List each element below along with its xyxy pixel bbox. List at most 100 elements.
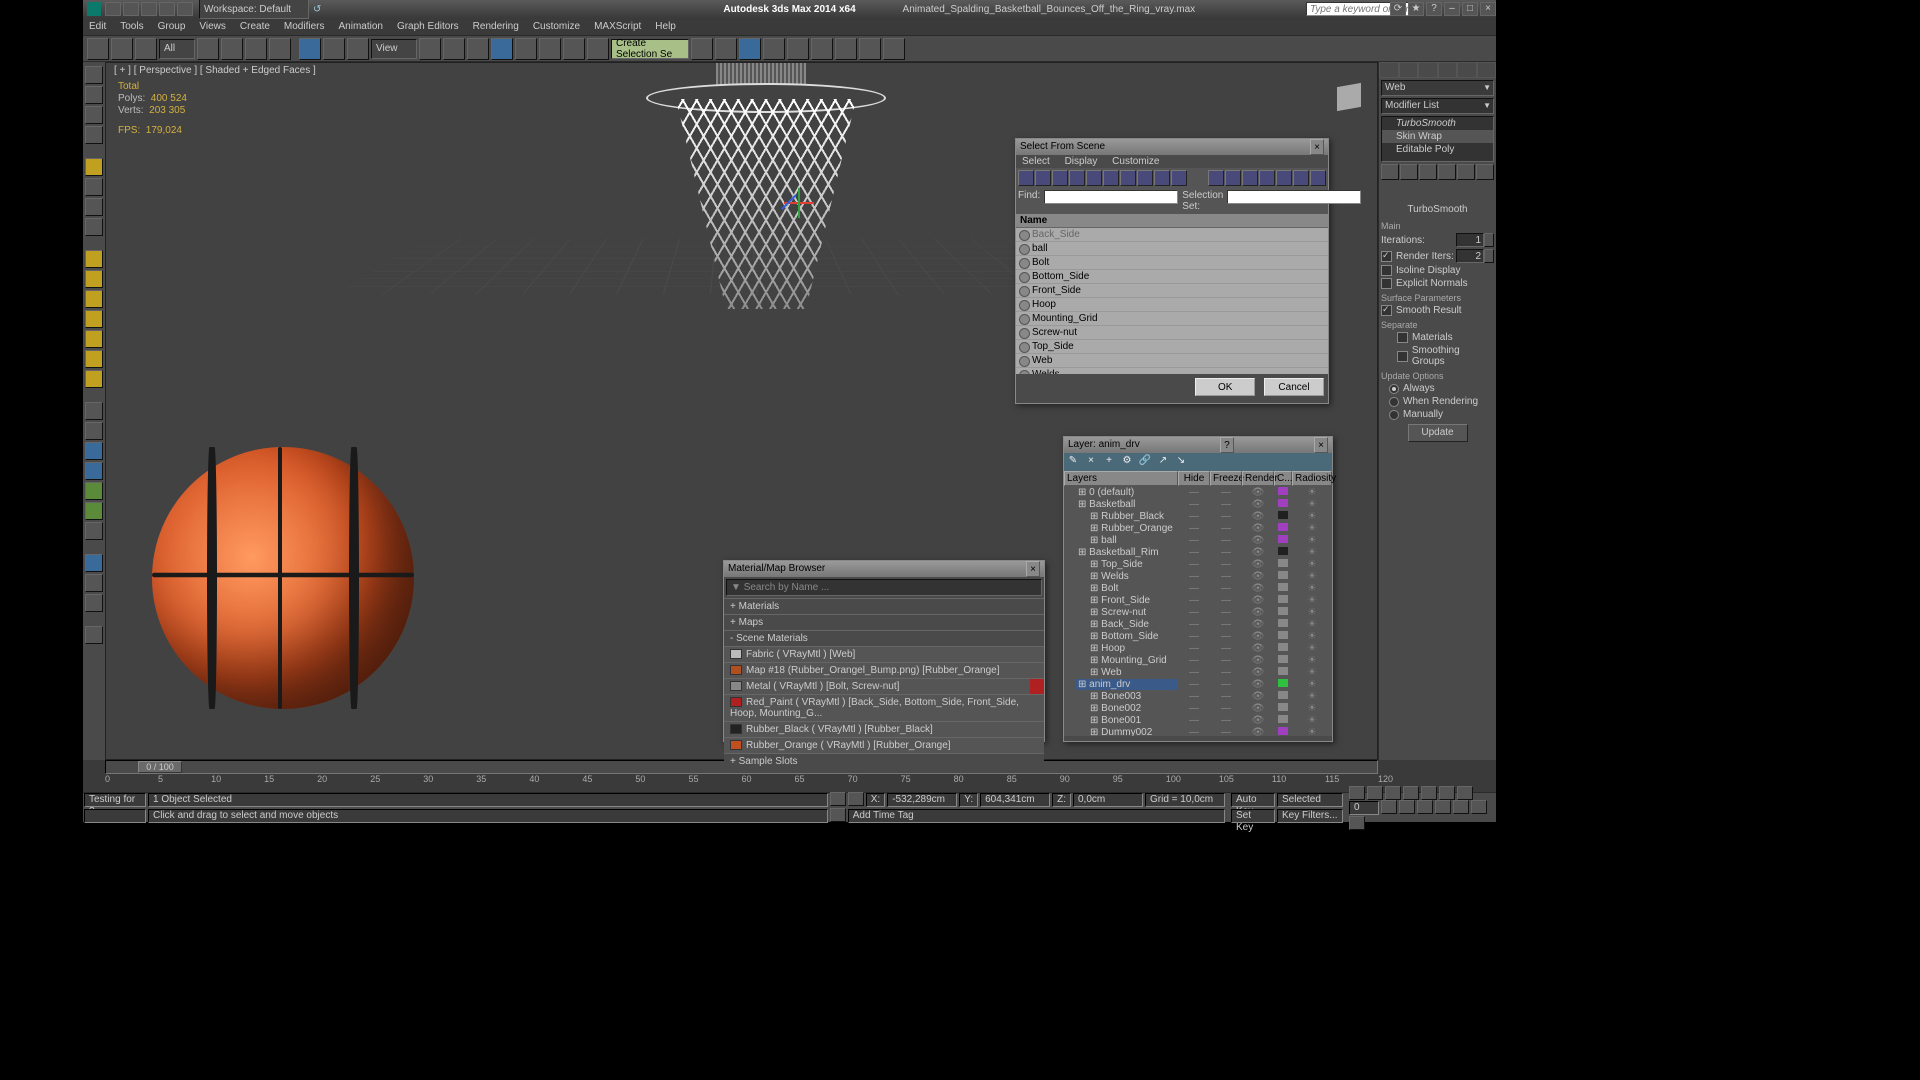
undo-tool-icon[interactable]: [87, 38, 109, 60]
select-name-icon[interactable]: [221, 38, 243, 60]
layer-row[interactable]: ⊞ Hoop——👁☀: [1064, 642, 1332, 654]
menu-edit[interactable]: Edit: [89, 21, 106, 32]
mats-check[interactable]: [1397, 332, 1408, 343]
schematic-icon[interactable]: [787, 38, 809, 60]
snap-icon[interactable]: [491, 38, 513, 60]
material-item[interactable]: Rubber_Black ( VRayMtl ) [Rubber_Black]: [724, 721, 1044, 737]
manual-radio[interactable]: [1389, 410, 1399, 420]
sfs-filters[interactable]: [1016, 168, 1328, 188]
keymode-dropdown[interactable]: Selected: [1277, 793, 1343, 807]
update-button[interactable]: Update: [1408, 424, 1468, 442]
menu-tools[interactable]: Tools: [120, 21, 143, 32]
goto-end-icon[interactable]: [1421, 786, 1437, 800]
l15-icon[interactable]: [85, 370, 103, 388]
time-slider-knob[interactable]: 0 / 100: [138, 761, 182, 773]
fov-icon[interactable]: [1435, 800, 1451, 814]
rendered-frame-icon[interactable]: [859, 38, 881, 60]
refcoord-dropdown[interactable]: View: [371, 39, 417, 59]
save-icon[interactable]: [141, 2, 157, 16]
layer-row[interactable]: ⊞ Front_Side——👁☀: [1064, 594, 1332, 606]
render-icon[interactable]: [883, 38, 905, 60]
render-iters-input[interactable]: [1456, 249, 1484, 263]
l9-icon[interactable]: [85, 250, 103, 268]
edit-named-icon[interactable]: [587, 38, 609, 60]
list-item[interactable]: Welds: [1016, 368, 1328, 374]
render-setup-icon[interactable]: [835, 38, 857, 60]
layer-toolbar[interactable]: ✎×+⚙🔗↗↘: [1064, 453, 1332, 471]
l17-icon[interactable]: [85, 422, 103, 440]
layer-row[interactable]: ⊞ Web——👁☀: [1064, 666, 1332, 678]
l13-icon[interactable]: [85, 330, 103, 348]
explicit-check[interactable]: [1381, 278, 1392, 289]
l14-icon[interactable]: [85, 350, 103, 368]
sfs-list[interactable]: Name Back_SideballBoltBottom_SideFront_S…: [1016, 214, 1328, 374]
l8-icon[interactable]: [85, 218, 103, 236]
smgrp-check[interactable]: [1397, 351, 1408, 362]
sfs-cancel-button[interactable]: Cancel: [1264, 378, 1324, 396]
material-item[interactable]: Map #18 (Rubber_Orangel_Bump.png) [Rubbe…: [724, 662, 1044, 678]
l16-icon[interactable]: [85, 402, 103, 420]
workspace-dropdown[interactable]: Workspace: Default: [199, 0, 309, 19]
angle-snap-icon[interactable]: [515, 38, 537, 60]
l26-icon[interactable]: [85, 626, 103, 644]
comm-icon[interactable]: [830, 808, 846, 822]
list-item[interactable]: Hoop: [1016, 298, 1328, 312]
orbit-icon[interactable]: [1471, 800, 1487, 814]
autokey-button[interactable]: Auto Key: [1231, 793, 1275, 807]
align-icon[interactable]: [715, 38, 737, 60]
keymode-icon[interactable]: [467, 38, 489, 60]
menu-views[interactable]: Views: [199, 21, 226, 32]
mat-search-input[interactable]: ▼ Search by Name ...: [726, 579, 1042, 596]
close-icon[interactable]: ×: [1310, 139, 1324, 155]
always-radio[interactable]: [1389, 384, 1399, 394]
curve-editor-icon[interactable]: [763, 38, 785, 60]
menu-customize[interactable]: Customize: [533, 21, 580, 32]
menu-maxscript[interactable]: MAXScript: [594, 21, 641, 32]
list-item[interactable]: Screw-nut: [1016, 326, 1328, 340]
time-tag[interactable]: Add Time Tag: [848, 809, 1225, 823]
layer-row[interactable]: ⊞ ball——👁☀: [1064, 534, 1332, 546]
list-item[interactable]: ball: [1016, 242, 1328, 256]
layer-row[interactable]: ⊞ Bottom_Side——👁☀: [1064, 630, 1332, 642]
l21-icon[interactable]: [85, 502, 103, 520]
layer-row[interactable]: ⊞ Basketball_Rim——👁☀: [1064, 546, 1332, 558]
setkey-button[interactable]: Set Key: [1231, 809, 1275, 823]
close-icon[interactable]: ×: [1480, 2, 1496, 16]
list-item[interactable]: Back_Side: [1016, 228, 1328, 242]
window-crossing-icon[interactable]: [269, 38, 291, 60]
list-item[interactable]: Front_Side: [1016, 284, 1328, 298]
select-from-scene-dialog[interactable]: Select From Scene× Select Display Custom…: [1015, 138, 1329, 404]
list-item[interactable]: Top_Side: [1016, 340, 1328, 354]
filter-dropdown[interactable]: All: [159, 39, 195, 59]
help-icon[interactable]: ?: [1426, 2, 1442, 16]
modifier-stack[interactable]: TurboSmooth Skin Wrap Editable Poly: [1381, 116, 1494, 162]
l25-icon[interactable]: [85, 594, 103, 612]
undo-icon[interactable]: [159, 2, 175, 16]
sfs-customize[interactable]: Customize: [1112, 156, 1159, 167]
layer-row[interactable]: ⊞ Bone003——👁☀: [1064, 690, 1332, 702]
open-icon[interactable]: [123, 2, 139, 16]
layer-row[interactable]: ⊞ Bone001——👁☀: [1064, 714, 1332, 726]
l1-icon[interactable]: [85, 66, 103, 84]
l2-icon[interactable]: [85, 86, 103, 104]
menu-grapheditors[interactable]: Graph Editors: [397, 21, 459, 32]
workspace-reset[interactable]: ↺: [313, 4, 321, 15]
next-frame-icon[interactable]: [1403, 786, 1419, 800]
modifier-list-dropdown[interactable]: Modifier List: [1381, 98, 1494, 114]
menu-rendering[interactable]: Rendering: [473, 21, 519, 32]
layer-row[interactable]: ⊞ Bone002——👁☀: [1064, 702, 1332, 714]
l7-icon[interactable]: [85, 198, 103, 216]
sfs-display[interactable]: Display: [1065, 156, 1098, 167]
layer-row[interactable]: ⊞ Back_Side——👁☀: [1064, 618, 1332, 630]
spinner[interactable]: [1484, 249, 1494, 263]
l5-icon[interactable]: [85, 158, 103, 176]
material-item[interactable]: Red_Paint ( VRayMtl ) [Back_Side, Bottom…: [724, 694, 1044, 721]
minimize-icon[interactable]: –: [1444, 2, 1460, 16]
star-icon[interactable]: ★: [1408, 2, 1424, 16]
select-icon[interactable]: [197, 38, 219, 60]
whenrend-radio[interactable]: [1389, 397, 1399, 407]
prev-frame-icon[interactable]: [1367, 786, 1383, 800]
close-icon[interactable]: ×: [1026, 561, 1040, 577]
help-icon[interactable]: ?: [1220, 437, 1234, 453]
script-input[interactable]: [84, 809, 146, 823]
